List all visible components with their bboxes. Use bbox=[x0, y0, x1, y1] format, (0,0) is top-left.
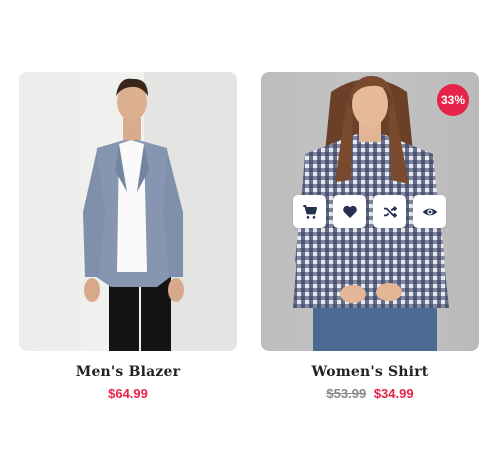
heart-icon bbox=[342, 205, 357, 218]
quick-actions bbox=[293, 195, 446, 228]
compare-button[interactable] bbox=[373, 195, 406, 228]
product-card[interactable]: 33% Women's Shirt $53.99 $34.99 bbox=[261, 72, 479, 401]
product-name[interactable]: Women's Shirt bbox=[261, 364, 479, 380]
price-row: $64.99 bbox=[19, 386, 237, 401]
quick-view-button[interactable] bbox=[413, 195, 446, 228]
wishlist-button[interactable] bbox=[333, 195, 366, 228]
shuffle-icon bbox=[383, 205, 397, 218]
add-to-cart-button[interactable] bbox=[293, 195, 326, 228]
eye-icon bbox=[422, 208, 437, 215]
product-card[interactable]: Men's Blazer $64.99 bbox=[19, 72, 237, 401]
product-name[interactable]: Men's Blazer bbox=[19, 364, 237, 380]
product-image[interactable] bbox=[19, 72, 237, 351]
product-image[interactable]: 33% bbox=[261, 72, 479, 351]
product-price: $34.99 bbox=[373, 386, 414, 401]
discount-badge: 33% bbox=[437, 84, 469, 116]
cart-icon bbox=[302, 204, 317, 219]
price-row: $53.99 $34.99 bbox=[261, 386, 479, 401]
man-in-blazer-icon bbox=[83, 72, 237, 351]
original-price: $53.99 bbox=[326, 386, 367, 401]
product-price: $64.99 bbox=[108, 386, 148, 401]
